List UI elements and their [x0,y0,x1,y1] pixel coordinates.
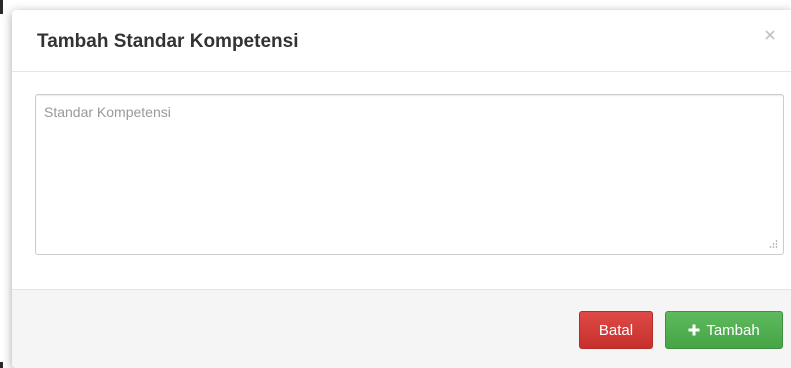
add-button-label: Tambah [706,321,760,339]
standar-kompetensi-field [35,94,784,255]
modal-footer: Batal Tambah [12,289,791,368]
modal-backdrop [0,0,3,14]
screen: Tambah Standar Kompetensi Standar Kompet… [0,0,791,368]
modal-backdrop [0,362,3,368]
standar-kompetensi-input[interactable] [35,94,784,255]
cancel-button[interactable]: Batal [579,311,653,349]
modal-header: Tambah Standar Kompetensi [12,10,791,72]
modal-body [12,72,791,289]
cancel-button-label: Batal [598,321,634,339]
resize-grip-icon[interactable] [768,239,778,249]
close-icon [765,30,775,40]
close-button[interactable] [762,27,778,43]
add-button[interactable]: Tambah [665,311,783,349]
modal-title: Tambah Standar Kompetensi [37,31,299,52]
add-standar-kompetensi-dialog: Tambah Standar Kompetensi Standar Kompet… [12,10,791,368]
plus-icon [688,324,700,336]
